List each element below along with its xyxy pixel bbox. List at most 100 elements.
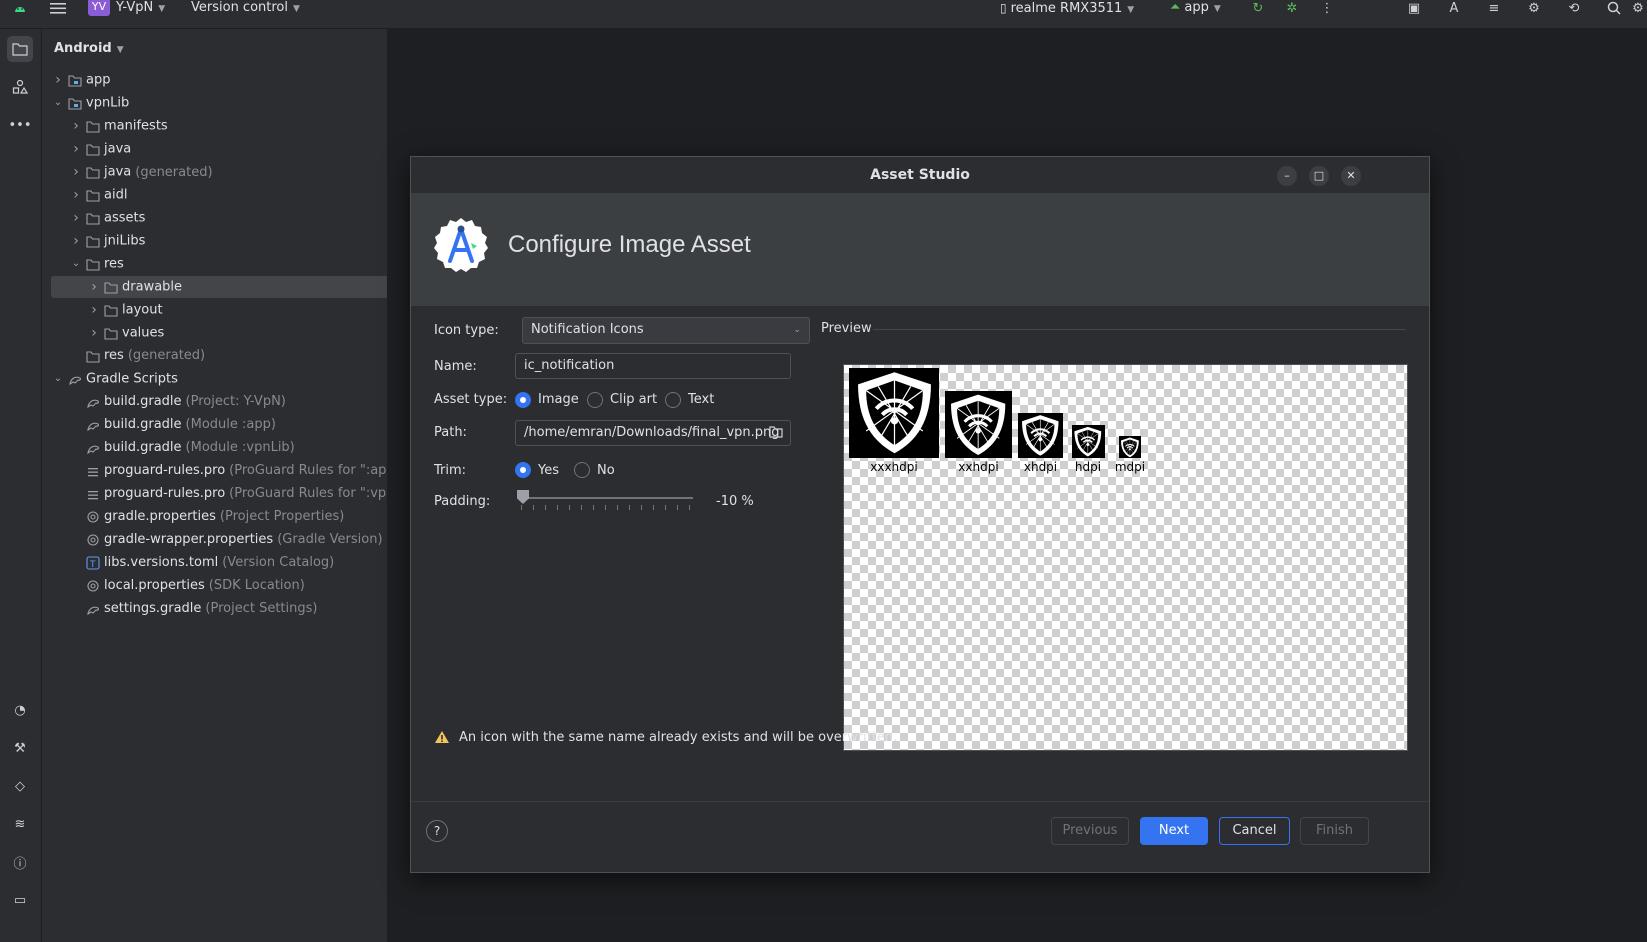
chevron-right-icon[interactable]: › [52, 69, 64, 91]
project-tool-window: Android ▼ › app ⌄ vpnLib › manifests › java › java… [42, 29, 388, 942]
tree-item[interactable]: › jniLibs [42, 230, 387, 252]
tree-item-label: values [122, 325, 165, 341]
help-button[interactable]: ? [426, 820, 448, 842]
tree-item-label: manifests [104, 118, 168, 134]
tree-item[interactable]: › java [42, 138, 387, 160]
asset-type-text-radio[interactable] [665, 392, 681, 408]
tree-item-label: assets [104, 210, 146, 226]
chevron-down-icon: ⌄ [793, 325, 801, 335]
settings-icon[interactable]: ⚙ [1631, 0, 1645, 16]
more-tool-windows-icon[interactable]: ••• [7, 112, 33, 138]
chevron-down-icon[interactable]: ⌄ [70, 253, 82, 275]
resource-manager-icon[interactable] [7, 74, 33, 100]
logcat-icon[interactable]: ≋ [7, 811, 33, 837]
chevron-right-icon[interactable]: › [70, 230, 82, 252]
previous-button[interactable]: Previous [1051, 817, 1129, 845]
project-view-selector[interactable]: Android ▼ [54, 41, 124, 56]
chevron-right-icon[interactable]: › [88, 322, 100, 344]
vpn-shield-icon [849, 368, 939, 458]
asset-type-clipart-radio[interactable] [587, 392, 603, 408]
footer-separator [411, 801, 1429, 802]
trim-no-radio[interactable] [574, 462, 590, 478]
search-icon[interactable] [1605, 0, 1623, 16]
tree-item[interactable]: ⌄ Gradle Scripts [42, 368, 387, 390]
tree-item[interactable]: proguard-rules.pro (ProGuard Rules for ":… [42, 460, 387, 482]
tree-item[interactable]: ⌄ vpnLib [42, 92, 387, 114]
asset-type-image-radio[interactable] [515, 392, 531, 408]
tree-item[interactable]: local.properties (SDK Location) [42, 575, 387, 597]
tree-item[interactable]: gradle-wrapper.properties (Gradle Version… [42, 529, 387, 551]
tree-item[interactable]: build.gradle (Project: Y-VpN) [42, 391, 387, 413]
cancel-button[interactable]: Cancel [1219, 817, 1290, 845]
gradle-sync-icon[interactable]: ⟲ [1565, 0, 1583, 16]
run-config-selector[interactable]: ⏶ app ▼ [1170, 0, 1221, 16]
browse-folder-icon[interactable] [769, 426, 783, 440]
project-badge: YV [88, 0, 110, 16]
gradle-icon [68, 372, 84, 386]
chevron-right-icon[interactable]: › [70, 161, 82, 183]
sync-icon[interactable]: ≡ [1485, 0, 1503, 16]
tree-item[interactable]: › drawable [51, 276, 387, 298]
tree-item[interactable]: › java (generated) [42, 161, 387, 183]
chevron-right-icon[interactable]: › [70, 138, 82, 160]
profiler-icon[interactable]: ◔ [7, 697, 33, 723]
tree-item[interactable]: › layout [42, 299, 387, 321]
finish-button[interactable]: Finish [1300, 817, 1369, 845]
device-selector[interactable]: ▯ realme RMX3511 ▼ [1000, 0, 1134, 16]
settings-file-icon [86, 579, 102, 593]
hamburger-menu-icon[interactable] [49, 0, 67, 16]
toml-file-icon: T [86, 555, 102, 570]
tree-item[interactable]: Tlibs.versions.toml (Version Catalog) [42, 552, 387, 574]
slider-tick [605, 505, 606, 510]
close-icon[interactable]: ✕ [1341, 166, 1361, 186]
gem-icon[interactable]: ◇ [7, 773, 33, 799]
folder-icon [86, 165, 102, 179]
main-toolbar: YV Y-VpN ▼ Version control ▼ ▯ realme RMX351… [0, 0, 1647, 29]
density-label: mdpi [1114, 460, 1146, 474]
tree-item[interactable]: build.gradle (Module :vpnLib) [42, 437, 387, 459]
chevron-right-icon[interactable]: › [70, 207, 82, 229]
tree-item[interactable]: › assets [42, 207, 387, 229]
path-input[interactable]: /home/emran/Downloads/final_vpn.png [515, 420, 791, 446]
chevron-right-icon[interactable]: › [70, 115, 82, 137]
debug-icon[interactable]: ✲ [1283, 0, 1301, 16]
chevron-right-icon[interactable]: › [88, 276, 100, 298]
tree-item[interactable]: › aidl [42, 184, 387, 206]
vcs-menu[interactable]: Version control ▼ [191, 0, 300, 16]
tree-item[interactable]: res (generated) [42, 345, 387, 367]
tree-item-label: gradle-wrapper.properties [104, 532, 274, 547]
chevron-right-icon[interactable]: › [70, 184, 82, 206]
chevron-down-icon[interactable]: ⌄ [52, 368, 64, 390]
apply-changes-icon[interactable]: ↻ [1249, 0, 1267, 16]
maximize-icon[interactable]: □ [1309, 166, 1329, 186]
padding-slider-track[interactable] [521, 497, 693, 499]
trim-yes-radio[interactable] [515, 462, 531, 478]
translate-icon[interactable]: A [1445, 0, 1463, 16]
device-manager-icon[interactable]: ▣ [1405, 0, 1423, 16]
project-selector[interactable]: YV Y-VpN ▼ [88, 0, 165, 16]
next-button[interactable]: Next [1140, 817, 1208, 845]
build-icon[interactable]: ⚒ [7, 735, 33, 761]
tree-item[interactable]: settings.gradle (Project Settings) [42, 598, 387, 620]
chevron-right-icon[interactable]: › [88, 299, 100, 321]
minimize-icon[interactable]: – [1277, 166, 1297, 186]
tree-item[interactable]: build.gradle (Module :app) [42, 414, 387, 436]
terminal-icon[interactable]: ▭ [7, 887, 33, 913]
project-folder-icon[interactable] [7, 36, 33, 62]
tree-item[interactable]: › manifests [42, 115, 387, 137]
problems-icon[interactable]: ⓘ [7, 849, 33, 875]
padding-slider-thumb[interactable] [517, 490, 529, 504]
tree-item-label: res [104, 256, 124, 272]
chevron-down-icon[interactable]: ⌄ [52, 92, 64, 114]
settings-bug-icon[interactable]: ⚙ [1525, 0, 1543, 16]
tree-item[interactable]: proguard-rules.pro (ProGuard Rules for ":… [42, 483, 387, 505]
tree-item[interactable]: › app [42, 69, 387, 91]
name-input[interactable]: ic_notification [515, 353, 791, 379]
tree-item[interactable]: › values [42, 322, 387, 344]
more-actions-icon[interactable]: ⋮ [1318, 0, 1336, 16]
tree-item[interactable]: gradle.properties (Project Properties) [42, 506, 387, 528]
slider-tick [629, 505, 630, 510]
tree-item[interactable]: ⌄ res [42, 253, 387, 275]
tree-item-label: proguard-rules.pro [104, 463, 226, 478]
icon-type-select[interactable]: Notification Icons ⌄ [522, 317, 810, 344]
